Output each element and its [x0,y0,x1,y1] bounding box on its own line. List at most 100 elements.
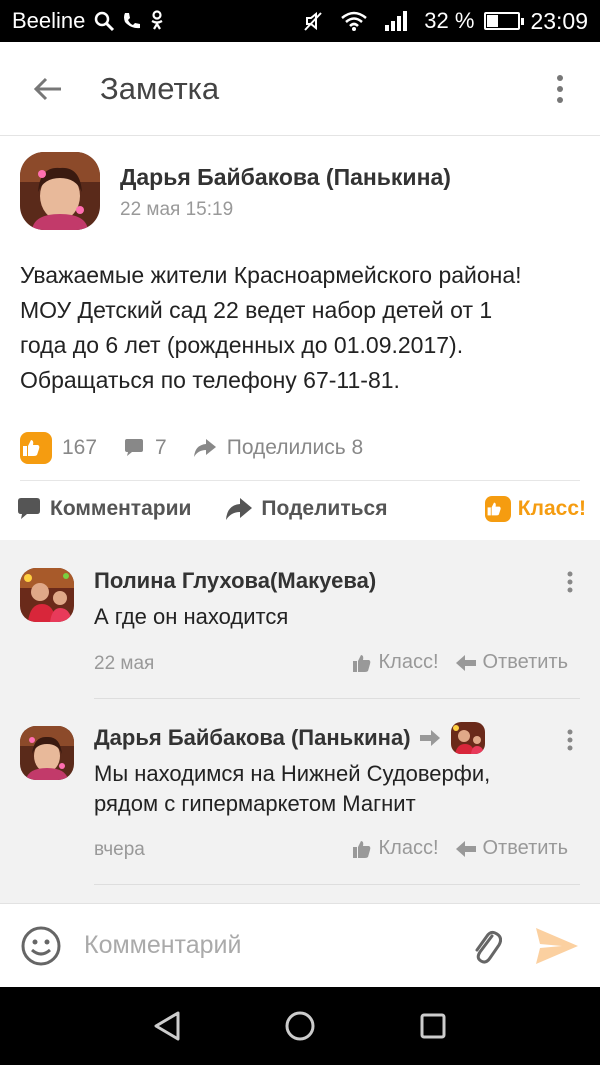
comment-text: А где он находится [94,602,564,632]
comment-actions: Класс! Ответить [335,837,569,860]
status-bar: Beeline 32 % 23:09 [0,0,600,42]
clock: 23:09 [530,7,588,34]
post-text: Уважаемые жители Красноармейского района… [20,258,585,398]
page-title: Заметка [100,70,220,106]
shares-stat[interactable]: Поделились 8 [193,436,363,460]
klass-button[interactable]: Класс! [484,496,586,522]
share-arrow-icon [193,439,216,457]
comment-input-bar [0,903,600,987]
comment-bubble-icon [18,498,40,519]
back-triangle-icon [154,1011,180,1041]
emoji-button[interactable] [20,925,62,967]
comments-stat[interactable]: 7 [123,436,167,460]
comments-button-label: Комментарии [50,497,192,520]
comment-more-button[interactable] [558,562,582,602]
post-card: Дарья Байбакова (Панькина) 22 мая 15:19 … [0,136,600,540]
post-text-line: Обращаться по телефону 67-11-81. [20,367,400,393]
post-text-line: МОУ Детский сад 22 ведет набор детей от … [20,297,493,323]
more-options-button[interactable] [540,59,580,119]
app-bar: Заметка [0,42,600,136]
nav-home-button[interactable] [270,996,330,1056]
comment-author-row: Дарья Байбакова (Панькина) [94,722,485,754]
avatar[interactable] [20,152,100,230]
comment-like-label: Класс! [378,837,439,859]
likes-count: 167 [62,436,98,459]
shares-count: Поделились 8 [226,436,364,459]
divider [20,480,580,481]
system-nav-bar [0,987,600,1065]
comment-reply-button[interactable]: Ответить [455,837,569,860]
post-date: 22 мая 15:19 [120,199,234,220]
avatar[interactable] [20,568,74,622]
comment-text: Мы находимся на Нижней Судоверфи, рядом … [94,759,564,819]
reply-arrow-icon [455,840,476,857]
comment-text-line: Мы находимся на Нижней Судоверфи, [94,761,491,786]
post-stats: 167 7 Поделились 8 [20,432,389,464]
wifi-icon [340,10,368,32]
comments-section: Полина Глухова(Макуева) А где он находит… [0,540,600,903]
reply-arrow-icon [455,654,476,671]
comments-count: 7 [155,436,167,459]
comment-actions: Класс! Ответить [335,651,569,674]
comment-more-button[interactable] [558,720,582,760]
arrow-left-icon [33,77,61,100]
author-block: Дарья Байбакова (Панькина) 22 мая 15:19 [120,152,451,230]
recents-square-icon [420,1013,446,1039]
battery-icon [484,12,525,30]
comment-input[interactable] [84,920,424,971]
comment-date: вчера [94,839,145,860]
status-right: 32 % 23:09 [302,8,588,35]
send-button[interactable] [532,923,582,969]
battery-level [487,15,498,27]
nav-back-button[interactable] [137,996,197,1056]
comment-like-button[interactable]: Класс! [351,651,439,674]
share-button-label: Поделиться [261,497,388,520]
comments-button[interactable]: Комментарии [16,497,191,521]
share-arrow-icon [226,498,253,520]
mute-icon [302,10,324,32]
reply-to-avatar[interactable] [450,722,485,754]
divider [94,698,580,699]
home-circle-icon [285,1011,315,1041]
comment-like-label: Класс! [378,651,439,673]
avatar[interactable] [20,726,74,780]
more-vertical-icon [567,571,573,593]
comment-author[interactable]: Полина Глухова(Макуева) [94,568,376,594]
comment-reply-label: Ответить [482,837,569,859]
post-text-line: года до 6 лет (рожденных до 01.09.2017). [20,332,464,358]
share-button[interactable]: Поделиться [225,497,387,521]
more-vertical-icon [557,74,563,103]
send-icon [536,927,578,964]
klass-button-label: Класс! [517,497,586,520]
author-name[interactable]: Дарья Байбакова (Панькина) [120,164,451,191]
comment-like-button[interactable]: Класс! [351,837,439,860]
thumbs-up-icon [352,840,370,858]
search-icon [93,10,115,32]
paperclip-icon [475,930,502,963]
smiley-icon [21,926,61,965]
post-actions: Комментарии Поделиться Класс! [16,496,586,522]
attach-button[interactable] [466,923,506,969]
comment-text-line: рядом с гипермаркетом Магнит [94,791,416,816]
comment-date: 22 мая [94,653,155,674]
nav-recents-button[interactable] [403,996,463,1056]
comment-reply-button[interactable]: Ответить [455,651,569,674]
thumbs-up-icon [20,432,52,464]
post-text-line: Уважаемые жители Красноармейского района… [20,262,522,288]
post-header: Дарья Байбакова (Панькина) 22 мая 15:19 [20,152,451,230]
more-vertical-icon [567,729,573,751]
comment-bubble-icon [125,439,144,456]
carrier-name: Beeline [12,8,86,33]
phone-icon [121,10,143,32]
back-button[interactable] [18,59,78,119]
comment-reply-label: Ответить [482,651,569,673]
thumbs-up-icon [484,496,511,522]
comment-author[interactable]: Дарья Байбакова (Панькина) [94,725,411,751]
reply-to-arrow-icon [419,730,440,746]
odnoklassniki-icon [149,10,165,32]
signal-icon [384,10,408,32]
battery-percent: 32 % [424,8,475,33]
likes-stat[interactable]: 167 [20,432,97,464]
thumbs-up-icon [352,654,370,672]
divider [94,884,580,885]
